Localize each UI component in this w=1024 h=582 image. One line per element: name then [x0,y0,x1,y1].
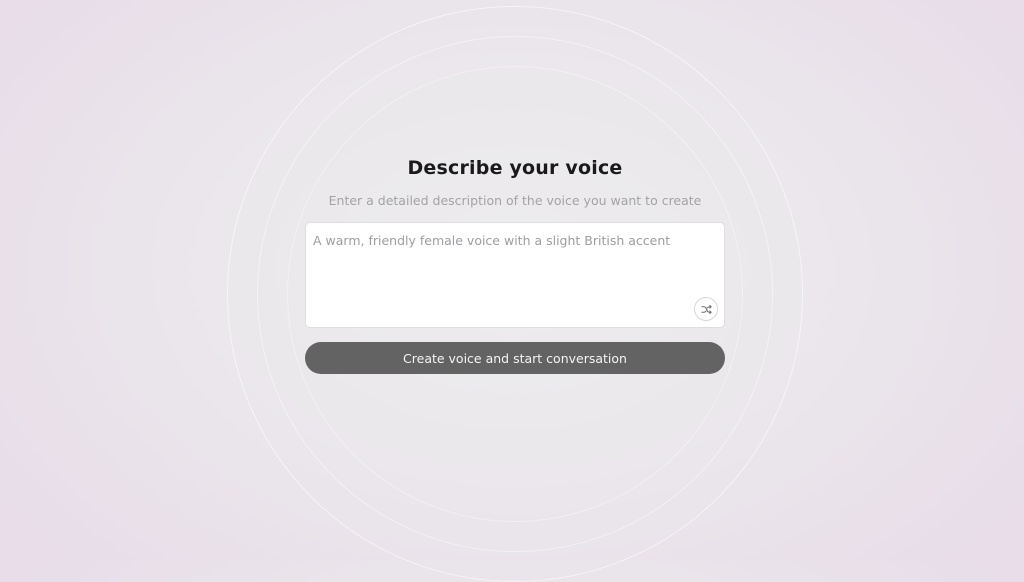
shuffle-icon [700,304,712,315]
form-subtitle: Enter a detailed description of the voic… [328,193,702,208]
create-voice-button[interactable]: Create voice and start conversation [305,342,725,374]
shuffle-button[interactable] [694,297,718,321]
voice-description-form: Describe your voice Enter a detailed des… [305,150,725,374]
description-field-container [305,222,725,328]
form-title: Describe your voice [407,157,623,179]
voice-description-input[interactable] [306,223,724,327]
